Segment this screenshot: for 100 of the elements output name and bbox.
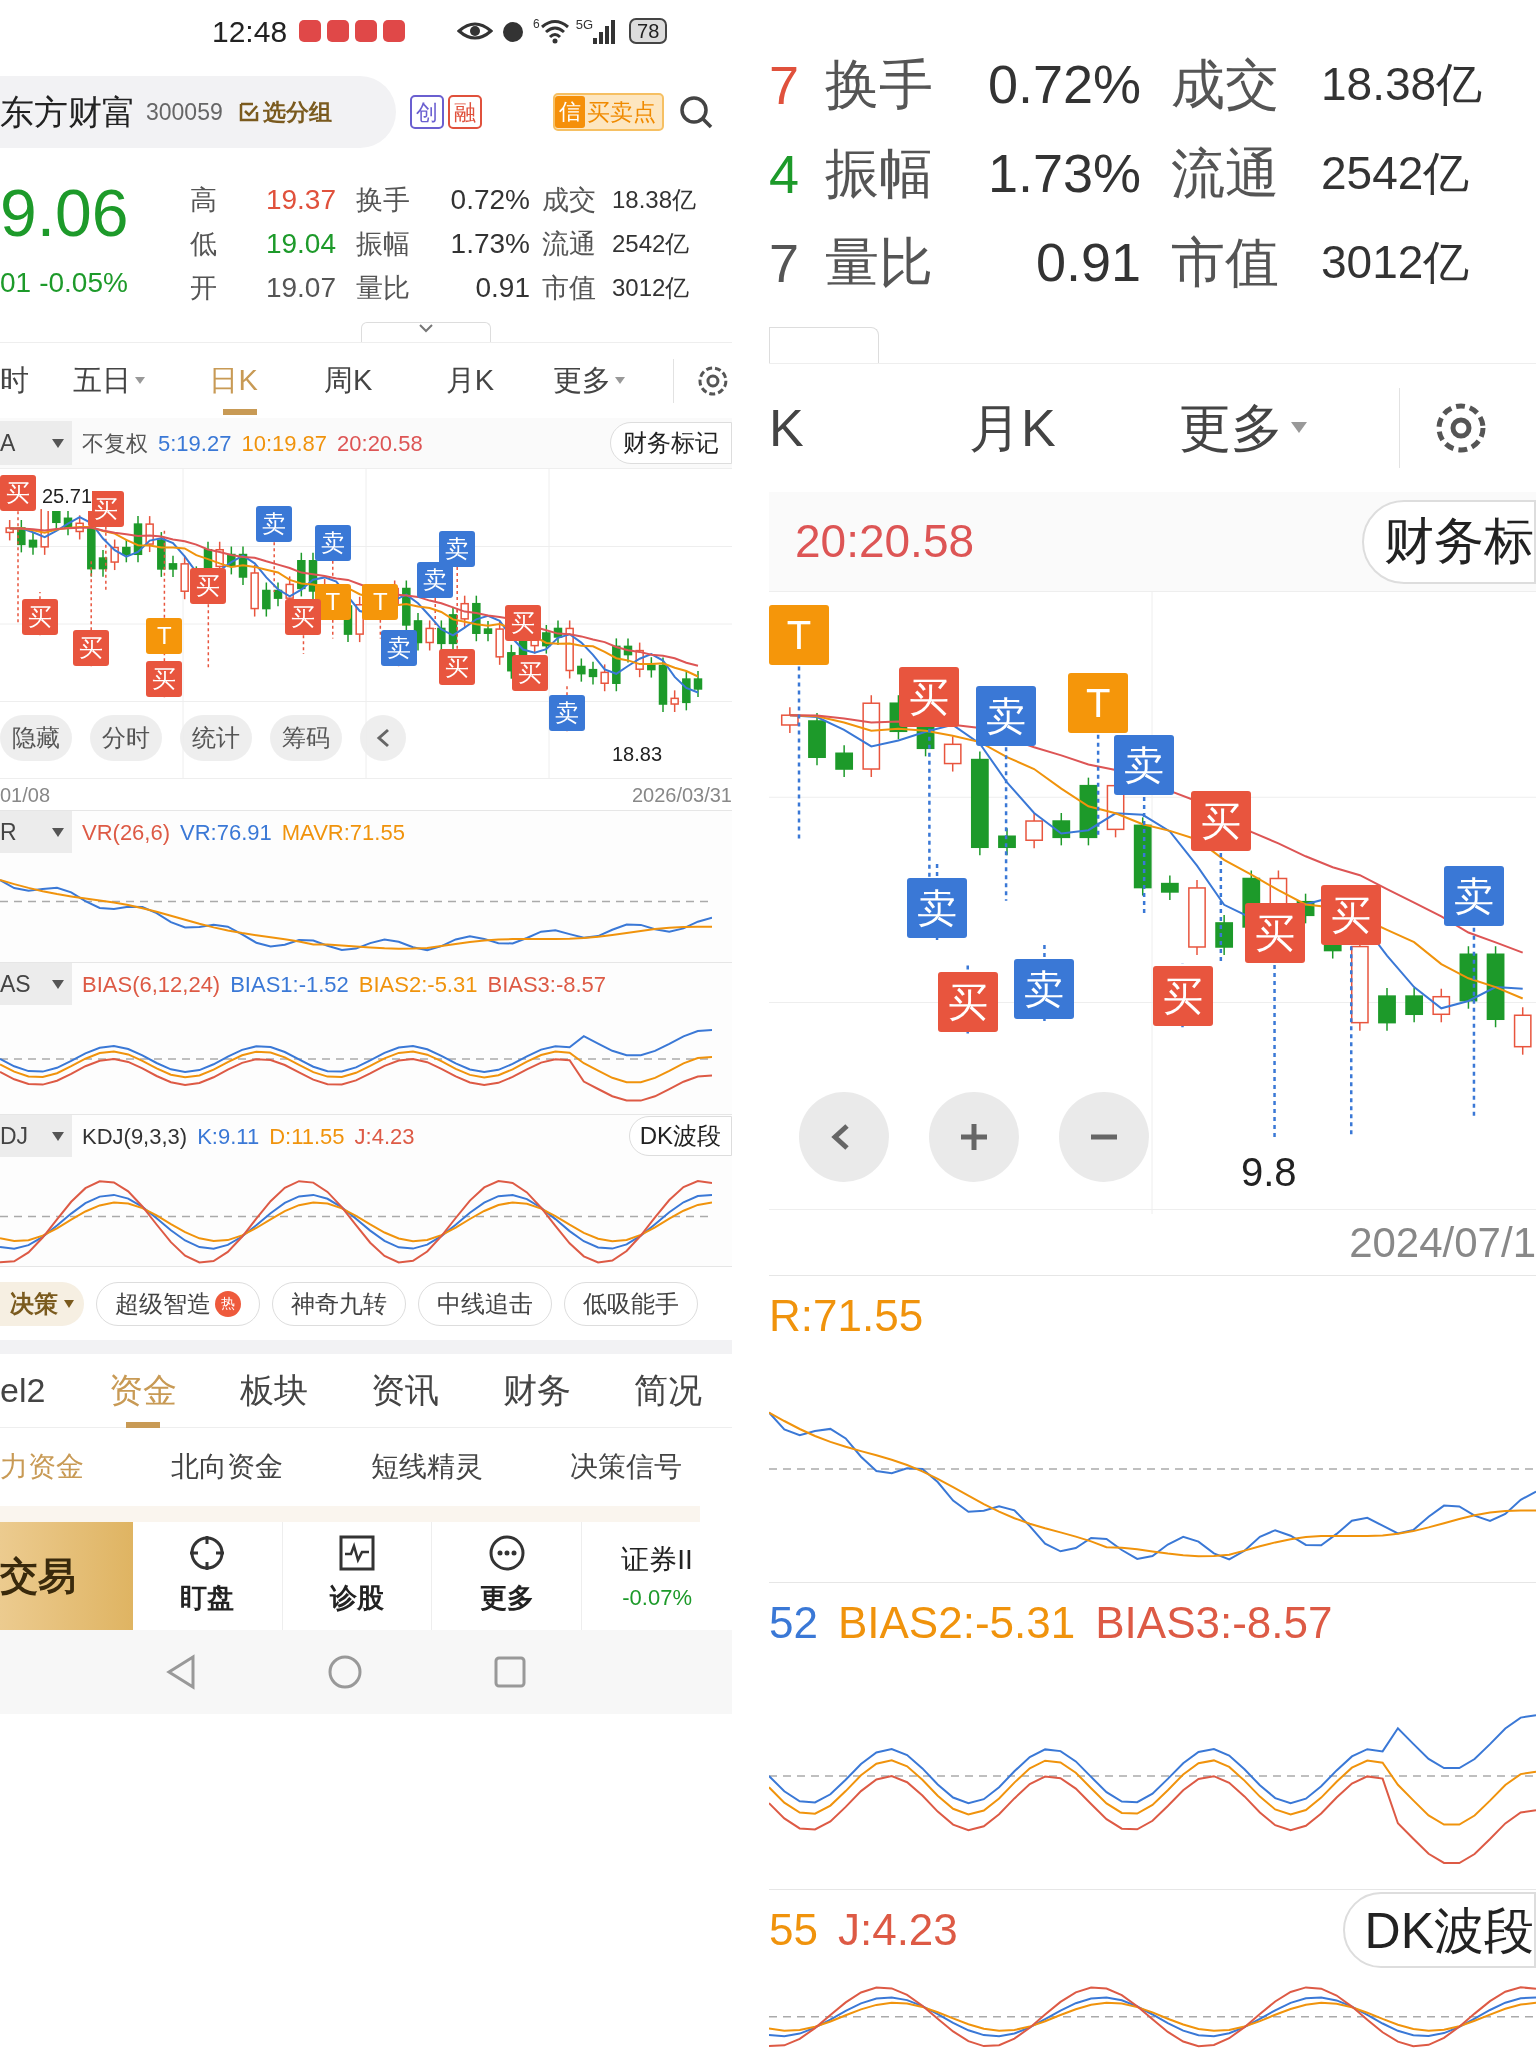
moving-average-value: 20:20.58 — [795, 514, 975, 570]
moving-average-value: 10:19.87 — [241, 429, 328, 458]
stat-label: 换手 — [355, 183, 411, 217]
more-icon — [487, 1533, 526, 1572]
recent-apps-icon — [493, 1655, 527, 1689]
buy-marker: 买 — [1152, 965, 1213, 1026]
indicator-value: 55 — [769, 1904, 818, 1956]
chart-tool-button[interactable]: 统计 — [180, 715, 252, 761]
indicator-value: J:4.23 — [837, 1904, 958, 1956]
stat-value: 0.91 — [474, 271, 530, 305]
indicator-value: BIAS1:-1.52 — [230, 970, 349, 999]
dk-wave-button[interactable]: DK波段 — [628, 1116, 732, 1156]
previous-button[interactable] — [360, 715, 406, 761]
indicator-value: BIAS2:-5.31 — [837, 1597, 1076, 1649]
axis-date: 01/08 — [0, 782, 51, 808]
stat-value: 0.72% — [986, 53, 1142, 116]
period-tab[interactable]: 周K — [324, 342, 446, 419]
stat-value: 0.72% — [449, 183, 530, 217]
buy-marker: 买 — [0, 475, 36, 512]
stat-label: 低 — [190, 227, 218, 261]
indicator-selector[interactable]: AS — [0, 963, 72, 1005]
dropdown-caret-icon — [64, 1299, 74, 1308]
dk-wave-button[interactable]: DK波段 — [1342, 1892, 1536, 1968]
chevron-left-icon — [376, 728, 390, 748]
financial-marks-button[interactable]: 财务标记 — [610, 422, 732, 464]
buy-marker: 买 — [505, 605, 542, 642]
stat-value: 3012亿 — [612, 273, 691, 303]
sub-tab[interactable]: 北向资金 — [171, 1446, 284, 1488]
stat-value: 1.73% — [449, 227, 530, 261]
period-tab[interactable]: 五日 — [72, 342, 210, 419]
section-tab[interactable]: 财务 — [502, 1353, 571, 1428]
indicator-value: R:71.55 — [769, 1290, 924, 1342]
stat-label: 振幅 — [355, 227, 411, 261]
sell-marker: 卖 — [1014, 959, 1075, 1020]
app-notification-icon — [383, 20, 406, 42]
buy-marker: 买 — [1190, 791, 1251, 852]
sub-tab[interactable]: 决策信号 — [570, 1446, 682, 1488]
checkbox-icon — [238, 102, 259, 122]
buy-marker: 买 — [1244, 903, 1305, 964]
section-tab[interactable]: 板块 — [240, 1353, 308, 1428]
section-tab[interactable]: 简况 — [633, 1353, 702, 1428]
stat-value: 19.07 — [264, 271, 337, 305]
chart-tool-button[interactable]: 筹码 — [270, 715, 342, 761]
chevron-down-icon — [418, 323, 434, 333]
sell-marker: 卖 — [1114, 735, 1175, 796]
chart-tool-button[interactable]: 分时 — [90, 715, 162, 761]
trade-button[interactable]: 交易 — [0, 1522, 133, 1630]
adjust-label: 不复权 — [82, 429, 148, 458]
hot-badge: 热 — [215, 1290, 241, 1317]
buy-marker: 买 — [146, 661, 183, 698]
period-tab[interactable]: 月K — [445, 342, 554, 419]
stat-label: 流通 — [541, 227, 597, 261]
signal-icon — [593, 18, 618, 44]
last-price: 9.06 — [0, 178, 130, 248]
buy-marker: 买 — [73, 630, 110, 667]
indicator-selector[interactable]: DJ — [0, 1115, 72, 1157]
section-tab[interactable]: el2 — [0, 1353, 46, 1428]
sell-marker: 卖 — [549, 695, 585, 732]
stat-label: 市值 — [1171, 231, 1280, 294]
group-button[interactable]: 选分组 — [238, 94, 332, 130]
min-price-label: 9.8 — [1241, 1149, 1297, 1197]
stat-value: 18.38亿 — [612, 185, 697, 215]
signal-icon: 信 — [555, 96, 585, 128]
period-tab[interactable]: K — [769, 372, 929, 483]
period-tab[interactable]: 更多 — [553, 342, 664, 419]
pulse-chart-icon — [338, 1533, 376, 1572]
dropdown-caret-icon — [52, 438, 64, 448]
indicator-value: D:11.55 — [269, 1122, 345, 1151]
period-tab[interactable]: 月K — [969, 372, 1139, 483]
dropdown-caret-icon — [52, 827, 64, 837]
indicator-title: VR(26,6) — [82, 818, 171, 847]
sub-tab[interactable]: 短线精灵 — [370, 1446, 483, 1488]
back-icon — [165, 1654, 197, 1690]
dropdown-caret-icon — [52, 1131, 64, 1141]
expand-tab[interactable] — [361, 322, 491, 342]
indicator-selector[interactable]: A — [0, 421, 72, 465]
period-tab[interactable]: 时 — [0, 342, 73, 419]
indicator-value: K:9.11 — [197, 1122, 260, 1151]
strategy-dropdown[interactable]: 决策 — [0, 1281, 84, 1326]
stat-value: 19.04 — [264, 227, 337, 261]
stat-label: 成交 — [541, 183, 597, 217]
period-tab[interactable]: 更多 — [1179, 372, 1379, 483]
plus-icon — [959, 1122, 989, 1153]
market-badge: 融 — [448, 95, 482, 129]
stock-code: 300059 — [146, 97, 223, 127]
section-tab[interactable]: 资讯 — [371, 1353, 440, 1428]
stat-label: 开 — [190, 271, 218, 305]
chart-tool-button[interactable]: 隐藏 — [0, 715, 72, 761]
app-notification-icon — [327, 20, 350, 42]
buy-marker: 买 — [1321, 884, 1382, 945]
t-marker: T — [1068, 673, 1129, 734]
indicator-selector[interactable]: R — [0, 811, 72, 853]
indicator-value: J:4.23 — [354, 1122, 415, 1151]
stat-value: 0.91 — [1034, 231, 1142, 294]
stat-value: 2542亿 — [612, 229, 691, 259]
expand-tab[interactable] — [769, 327, 879, 363]
cut-stat-value: 7 — [769, 235, 801, 290]
financial-marks-button[interactable]: 财务标 — [1362, 499, 1536, 584]
dropdown-caret-icon — [52, 979, 64, 989]
sell-marker: 卖 — [380, 630, 417, 667]
